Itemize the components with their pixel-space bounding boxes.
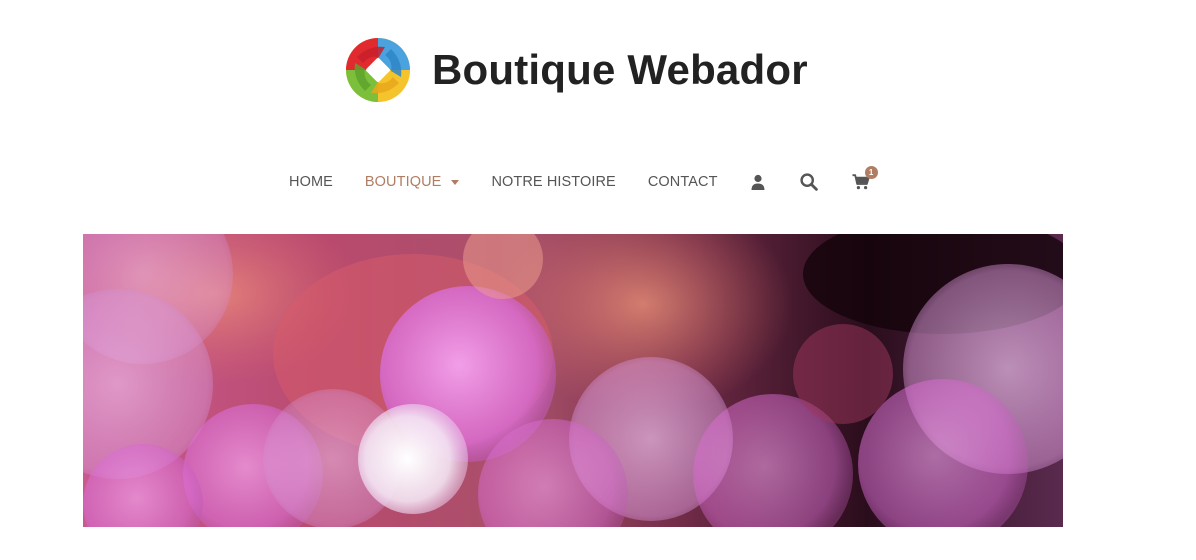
account-button[interactable] <box>751 174 765 190</box>
cart-count-badge: 1 <box>864 166 878 179</box>
webador-logo-icon <box>346 38 410 102</box>
hero-banner-image <box>83 234 1063 527</box>
page: Boutique Webador HOME BOUTIQUE NOTRE HIS… <box>0 0 1196 560</box>
main-nav: HOME BOUTIQUE NOTRE HISTOIRE CONTACT 1 <box>289 166 878 196</box>
nav-item-contact[interactable]: CONTACT <box>648 174 718 190</box>
site-brand[interactable]: Boutique Webador <box>345 37 808 103</box>
caret-down-icon <box>451 180 460 185</box>
search-icon <box>799 173 818 191</box>
cart-button[interactable]: 1 <box>852 166 878 190</box>
site-title: Boutique Webador <box>432 46 808 93</box>
user-icon <box>751 174 765 190</box>
nav-item-boutique-label: BOUTIQUE <box>364 174 442 190</box>
bokeh-image <box>83 234 1063 527</box>
search-button[interactable] <box>799 173 818 191</box>
nav-item-home[interactable]: HOME <box>289 174 333 190</box>
nav-item-boutique[interactable]: BOUTIQUE <box>365 174 460 190</box>
nav-item-notre-histoire[interactable]: NOTRE HISTOIRE <box>491 174 615 190</box>
